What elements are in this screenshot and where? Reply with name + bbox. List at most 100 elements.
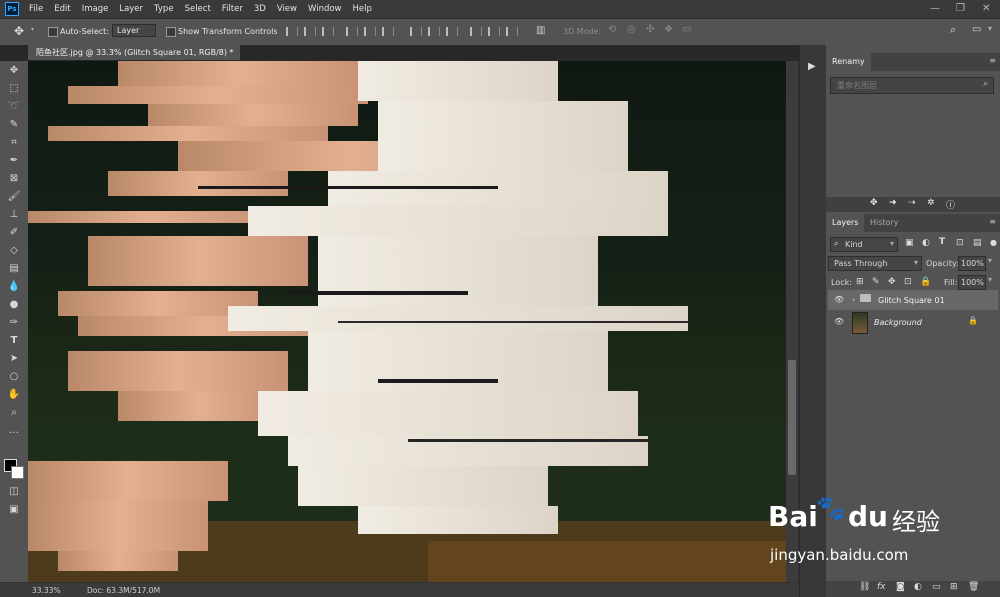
filter-adjustment-icon[interactable]: ◐ (922, 238, 930, 248)
menu-file[interactable]: File (29, 4, 43, 14)
filter-shape-icon[interactable]: ⊡ (956, 238, 964, 248)
add-mask-icon[interactable]: ◙ (896, 582, 905, 592)
lock-position-icon[interactable]: ✥ (888, 277, 896, 287)
3d-orbit-icon[interactable]: ⟲ (608, 24, 616, 35)
workspace-chevron-icon[interactable]: ▾ (988, 24, 992, 33)
lock-transparent-icon[interactable]: ⊞ (856, 277, 864, 287)
tab-history[interactable]: History (864, 214, 904, 232)
zoom-icon[interactable]: ⌕ (6, 406, 22, 420)
chevron-down-icon[interactable]: ▾ (988, 256, 992, 265)
adjustment-layer-icon[interactable]: ◐ (914, 582, 922, 592)
brush-icon[interactable]: 🖌 (6, 190, 22, 204)
fill-input[interactable]: 100% (958, 275, 986, 290)
vertical-scroll-thumb[interactable] (788, 360, 796, 475)
hand-icon[interactable]: ✋ (6, 388, 22, 402)
menu-type[interactable]: Type (154, 4, 174, 14)
move-tool-icon[interactable]: ✥ (14, 24, 24, 38)
tab-layers[interactable]: Layers (826, 214, 865, 232)
distribute-center-icon[interactable] (488, 27, 500, 36)
move-icon[interactable]: ✥ (6, 64, 22, 78)
arrow-right-icon[interactable]: ➜ (889, 198, 897, 208)
3d-pan-icon[interactable]: ✣ (646, 24, 654, 35)
chevron-down-icon[interactable]: ▾ (31, 26, 34, 33)
fx-icon[interactable]: fx (877, 582, 886, 592)
rename-icon[interactable]: ✥ (870, 198, 878, 208)
3d-scale-icon[interactable]: ▭ (682, 24, 691, 35)
status-menu-icon[interactable]: › (148, 585, 151, 594)
menu-view[interactable]: View (277, 4, 297, 14)
panel-menu-icon[interactable]: ≡ (989, 56, 996, 65)
background-color-swatch[interactable] (11, 466, 24, 479)
distribute-bottom-icon[interactable] (446, 27, 458, 36)
align-center-icon[interactable] (364, 27, 376, 36)
path-select-icon[interactable]: ➤ (6, 352, 22, 366)
menu-layer[interactable]: Layer (119, 4, 143, 14)
align-right-icon[interactable] (382, 27, 394, 36)
crop-icon[interactable]: ⌗ (6, 136, 22, 150)
eyedropper-icon[interactable]: ✒ (6, 154, 22, 168)
transform-controls-checkbox[interactable] (166, 27, 176, 37)
chevron-down-icon[interactable]: ▾ (988, 275, 992, 284)
distribute-right-icon[interactable] (506, 27, 518, 36)
align-top-icon[interactable] (286, 27, 298, 36)
history-brush-icon[interactable]: ✐ (6, 226, 22, 240)
visibility-eye-icon[interactable]: 👁 (834, 295, 844, 304)
lasso-icon[interactable]: ➰ (6, 100, 22, 114)
layer-row-background[interactable]: 👁 Background 🔒 (828, 312, 998, 334)
3d-slide-icon[interactable]: ❖ (664, 24, 673, 35)
menu-3d[interactable]: 3D (254, 4, 266, 14)
gradient-icon[interactable]: ▤ (6, 262, 22, 276)
more-tools-icon[interactable]: … (6, 424, 22, 438)
info-icon[interactable]: ⓘ (946, 198, 955, 211)
lock-pixels-icon[interactable]: ✎ (872, 277, 880, 287)
glitch-photo[interactable] (28, 61, 786, 582)
renamy-tab[interactable]: Renamy (826, 53, 871, 71)
menu-filter[interactable]: Filter (222, 4, 243, 14)
distribute-middle-icon[interactable] (428, 27, 440, 36)
layer-row-glitch-square[interactable]: 👁 › Glitch Square 01 (828, 290, 998, 310)
document-tab[interactable]: 陌鱼社区.jpg @ 33.3% (Glitch Square 01, RGB/… (28, 45, 240, 72)
type-icon[interactable]: T (6, 334, 22, 348)
align-bottom-icon[interactable] (322, 27, 334, 36)
panel-menu-icon[interactable]: ≡ (989, 217, 996, 226)
canvas-area[interactable] (28, 61, 786, 582)
link-layers-icon[interactable]: ⛓ (859, 582, 870, 592)
new-group-icon[interactable]: ▭ (932, 582, 941, 592)
distribute-left-icon[interactable] (470, 27, 482, 36)
eraser-icon[interactable]: ◇ (6, 244, 22, 258)
blur-icon[interactable]: 💧 (6, 280, 22, 294)
chevron-right-icon[interactable]: › (852, 295, 855, 304)
close-icon[interactable]: ✕ (982, 3, 990, 14)
menu-select[interactable]: Select (185, 4, 211, 14)
settings-icon[interactable]: ✲ (927, 198, 935, 208)
new-layer-icon[interactable]: ⊞ (950, 582, 958, 592)
pen-icon[interactable]: ✑ (6, 316, 22, 330)
zoom-level[interactable]: 33.33% (32, 586, 61, 595)
dodge-icon[interactable]: ● (6, 298, 22, 312)
filter-type-icon[interactable]: T (939, 237, 945, 247)
menu-edit[interactable]: Edit (54, 4, 70, 14)
search-icon[interactable]: ⌕ (950, 23, 956, 37)
distribute-top-icon[interactable] (410, 27, 422, 36)
auto-select-dropdown[interactable]: Layer (112, 24, 156, 37)
quick-select-icon[interactable]: ✎ (6, 118, 22, 132)
frame-icon[interactable]: ⊠ (6, 172, 22, 186)
align-left-icon[interactable] (346, 27, 358, 36)
filter-pixel-icon[interactable]: ▣ (905, 238, 914, 248)
filter-toggle-icon[interactable]: ● (990, 238, 997, 247)
auto-select-checkbox[interactable] (48, 27, 58, 37)
quick-mask-icon[interactable]: ◫ (6, 485, 22, 499)
screen-mode-icon[interactable]: ▣ (6, 503, 22, 517)
opacity-input[interactable]: 100% (958, 256, 986, 271)
menu-help[interactable]: Help (353, 4, 372, 14)
stamp-icon[interactable]: ⊥ (6, 208, 22, 222)
marquee-icon[interactable]: ⬚ (6, 82, 22, 96)
filter-kind-dropdown[interactable]: ⌕ Kind ▾ (830, 237, 898, 252)
visibility-eye-icon[interactable]: 👁 (834, 317, 844, 326)
renamy-input[interactable]: 重命名图层 ⌕ (830, 77, 994, 94)
shape-icon[interactable]: ○ (6, 370, 22, 384)
lock-all-icon[interactable]: 🔒 (920, 277, 931, 287)
menu-window[interactable]: Window (308, 4, 342, 14)
minimize-icon[interactable]: — (930, 3, 940, 14)
trash-icon[interactable]: 🗑 (968, 582, 979, 592)
